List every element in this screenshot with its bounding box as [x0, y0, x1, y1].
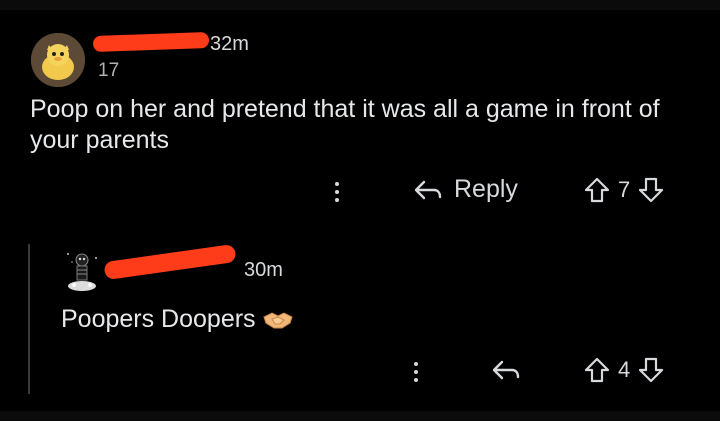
top-border [0, 0, 720, 10]
handshake-emoji [262, 311, 293, 328]
comment-body: Poop on her and pretend that it was all … [30, 95, 660, 154]
bottom-border [0, 411, 720, 421]
reply-arrow-icon [414, 180, 442, 199]
upvote-icon[interactable] [584, 176, 610, 204]
redacted-username [103, 243, 237, 281]
reply-label: Reply [454, 175, 518, 203]
downvote-icon[interactable] [638, 356, 664, 384]
vote-score: 7 [618, 177, 631, 202]
more-options-icon[interactable] [327, 176, 347, 208]
reply-actions: 4 [0, 352, 720, 392]
vote-controls: 7 [584, 176, 664, 204]
more-options-icon[interactable] [406, 356, 426, 388]
reply-timestamp: 30m [244, 259, 283, 281]
downvote-icon[interactable] [638, 176, 664, 204]
redacted-username [92, 31, 210, 53]
comment-actions: Reply 7 [0, 172, 720, 212]
reply-body: Poopers Doopers [61, 305, 294, 334]
vote-controls: 4 [584, 356, 664, 384]
user-flair: 17 [98, 60, 120, 81]
reply-arrow-icon [492, 360, 520, 380]
vote-score: 4 [618, 357, 631, 382]
reply-user-avatar[interactable] [62, 248, 102, 294]
user-avatar[interactable] [31, 33, 85, 87]
reply-button[interactable] [490, 358, 522, 382]
upvote-icon[interactable] [584, 356, 610, 384]
comment-timestamp: 32m [210, 33, 249, 55]
reply-body-text: Poopers Doopers [61, 305, 256, 333]
reply-button[interactable]: Reply [412, 175, 518, 204]
